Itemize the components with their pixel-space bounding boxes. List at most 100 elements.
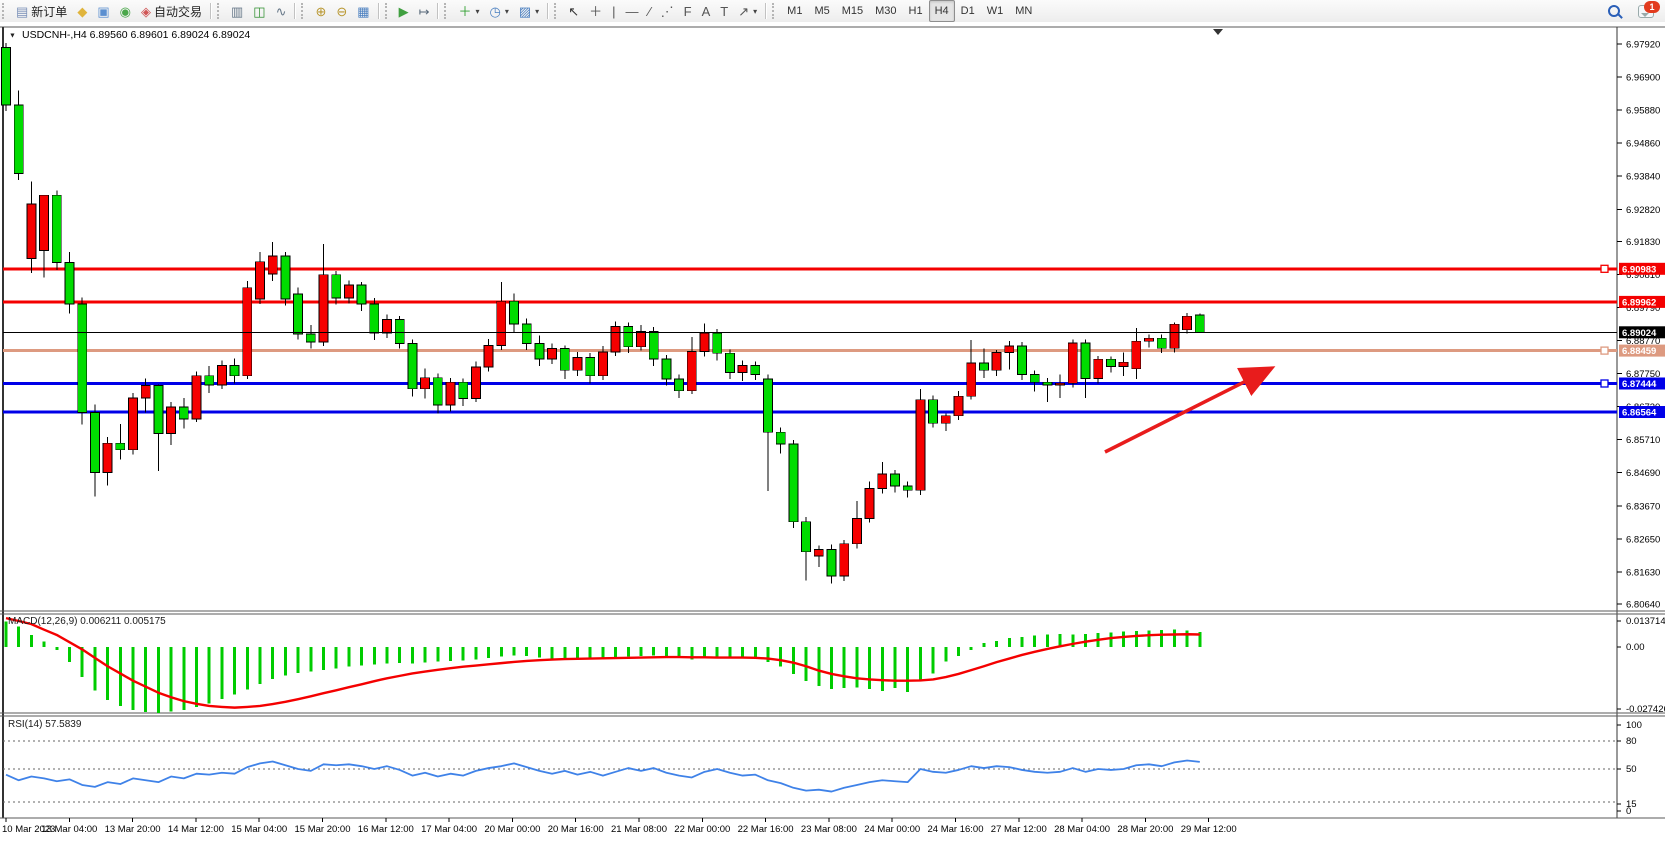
candle xyxy=(611,327,620,352)
timeframe-button-W1[interactable]: W1 xyxy=(981,0,1010,22)
svg-text:0.013714: 0.013714 xyxy=(1626,616,1665,627)
toolbar-grip xyxy=(217,3,224,19)
candle xyxy=(116,443,125,449)
chat-bubble-icon: 1 xyxy=(1638,5,1654,18)
indicators-button[interactable]: ＋▾ xyxy=(453,0,484,22)
svg-text:21 Mar 08:00: 21 Mar 08:00 xyxy=(611,824,667,835)
candle xyxy=(205,376,214,385)
svg-text:6.92820: 6.92820 xyxy=(1626,205,1660,216)
candle xyxy=(243,288,252,376)
zoom-in-button[interactable]: ⊕ xyxy=(310,0,331,22)
candle xyxy=(370,304,379,333)
timeframe-button-M30[interactable]: M30 xyxy=(869,0,902,22)
svg-text:6.84690: 6.84690 xyxy=(1626,468,1660,479)
arrows-button[interactable]: ↗▾ xyxy=(733,0,762,22)
svg-text:27 Mar 12:00: 27 Mar 12:00 xyxy=(991,824,1047,835)
tile-windows-button[interactable]: ▦ xyxy=(352,0,374,22)
candle xyxy=(2,48,11,105)
channel-button[interactable]: ⋰ xyxy=(656,0,679,22)
svg-text:6.82650: 6.82650 xyxy=(1626,534,1660,545)
cursor-button[interactable]: ↖ xyxy=(563,0,584,22)
notification-badge: 1 xyxy=(1644,1,1660,13)
new-order-button[interactable]: ▤新订单 xyxy=(11,0,72,22)
svg-text:80: 80 xyxy=(1626,736,1637,747)
candle xyxy=(395,319,404,343)
templates-button[interactable]: ▨▾ xyxy=(514,0,544,22)
toolbar-separator xyxy=(210,3,212,19)
cursor-icon: ↖ xyxy=(568,5,579,18)
timeframe-button-D1[interactable]: D1 xyxy=(955,0,981,22)
svg-text:24 Mar 16:00: 24 Mar 16:00 xyxy=(928,824,984,835)
search-button[interactable] xyxy=(1603,0,1625,22)
svg-text:15 Mar 04:00: 15 Mar 04:00 xyxy=(231,824,287,835)
signals-button[interactable]: ◉ xyxy=(115,0,136,22)
timeframe-button-M1[interactable]: M1 xyxy=(781,0,808,22)
candle xyxy=(979,363,988,370)
crosshair-icon: ＋ xyxy=(589,5,602,18)
crosshair-button[interactable]: ＋ xyxy=(584,0,607,22)
svg-text:22 Mar 00:00: 22 Mar 00:00 xyxy=(674,824,730,835)
candle xyxy=(522,324,531,343)
candle xyxy=(167,407,176,434)
text-label-icon: T xyxy=(720,5,728,18)
candle xyxy=(129,398,138,450)
svg-text:28 Mar 04:00: 28 Mar 04:00 xyxy=(1054,824,1110,835)
chart-window[interactable]: 6.979206.969006.958806.948606.938406.928… xyxy=(0,22,1665,842)
candle xyxy=(14,105,23,174)
candle xyxy=(1157,338,1166,348)
candle xyxy=(433,378,442,405)
svg-text:14 Mar 12:00: 14 Mar 12:00 xyxy=(168,824,224,835)
notifications-button[interactable]: 1 xyxy=(1633,0,1659,22)
chart-canvas[interactable]: 6.979206.969006.958806.948606.938406.928… xyxy=(0,22,1665,842)
svg-text:6.81630: 6.81630 xyxy=(1626,567,1660,578)
terminal-button[interactable]: ▣ xyxy=(92,0,114,22)
line-chart-button[interactable]: ∿ xyxy=(271,0,292,22)
candle xyxy=(1170,324,1179,348)
svg-text:6.95880: 6.95880 xyxy=(1626,106,1660,117)
candle xyxy=(383,319,392,333)
svg-text:28 Mar 20:00: 28 Mar 20:00 xyxy=(1117,824,1173,835)
candle xyxy=(586,357,595,375)
timeframe-button-MN[interactable]: MN xyxy=(1009,0,1038,22)
template-icon: ▨ xyxy=(519,5,531,18)
timeframe-button-H1[interactable]: H1 xyxy=(903,0,929,22)
text-button[interactable]: A xyxy=(697,0,716,22)
candlestick-chart-button[interactable]: ◫ xyxy=(248,0,270,22)
timeframe-button-H4[interactable]: H4 xyxy=(929,0,955,22)
candle xyxy=(751,365,760,374)
candle xyxy=(929,400,938,423)
candle xyxy=(624,327,633,347)
horizontal-line-button[interactable]: — xyxy=(621,0,644,22)
price-chip-6.89962: 6.89962 xyxy=(1619,296,1665,309)
deposit-button[interactable]: ◆ xyxy=(72,0,92,22)
bar-chart-button[interactable]: ▥ xyxy=(226,0,248,22)
candle xyxy=(649,331,658,359)
candle xyxy=(1068,343,1077,383)
chart-shift-button[interactable]: ↦ xyxy=(414,0,435,22)
text-label-button[interactable]: T xyxy=(715,0,733,22)
price-chip-6.90983: 6.90983 xyxy=(1619,263,1665,276)
candle xyxy=(1005,346,1014,352)
toolbar-grip xyxy=(385,3,392,19)
fibonacci-button[interactable]: F xyxy=(679,0,697,22)
periods-button[interactable]: ◷▾ xyxy=(485,0,514,22)
candle xyxy=(687,352,696,391)
dropdown-caret-icon: ▾ xyxy=(535,7,539,16)
trendline-button[interactable]: ∕ xyxy=(644,0,656,22)
tile-windows-icon: ▦ xyxy=(357,5,369,18)
auto-scroll-button[interactable]: ▶ xyxy=(394,0,414,22)
timeframe-button-M15[interactable]: M15 xyxy=(836,0,869,22)
timeframe-button-M5[interactable]: M5 xyxy=(808,0,835,22)
candle xyxy=(179,407,188,419)
candle xyxy=(967,363,976,396)
dropdown-caret-icon: ▾ xyxy=(505,7,509,16)
price-chip-6.87444: 6.87444 xyxy=(1619,377,1665,390)
candle xyxy=(510,301,519,324)
auto-trading-button[interactable]: ◈自动交易 xyxy=(136,0,207,22)
zoom-out-button[interactable]: ⊖ xyxy=(331,0,352,22)
svg-text:15 Mar 20:00: 15 Mar 20:00 xyxy=(295,824,351,835)
vertical-line-button[interactable]: | xyxy=(607,0,620,22)
svg-text:100: 100 xyxy=(1626,720,1642,731)
candle xyxy=(268,256,277,274)
toolbar-separator xyxy=(378,3,380,19)
